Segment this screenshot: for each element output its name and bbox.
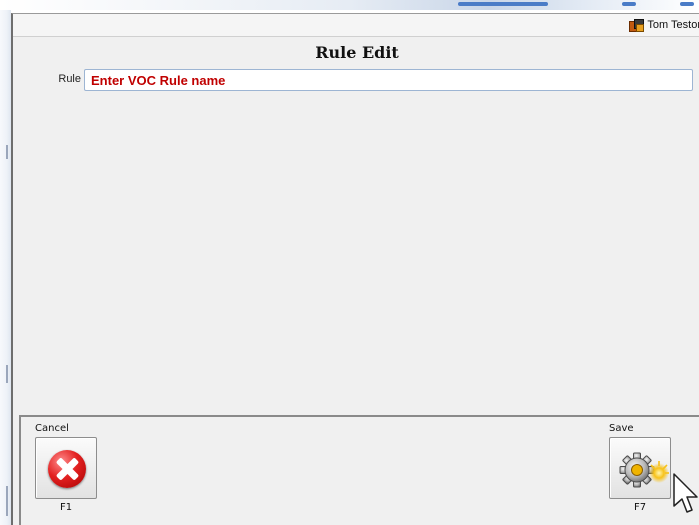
screen: Tom Testor Rule Edit Rule Cancel F1 Save — [0, 0, 699, 525]
cancel-button[interactable] — [35, 437, 97, 499]
desktop-edge — [0, 0, 11, 525]
page-title: Rule Edit — [315, 43, 399, 62]
cancel-x-icon — [48, 450, 86, 488]
rule-name-input[interactable] — [84, 69, 693, 91]
user-indicator[interactable]: Tom Testor — [629, 17, 699, 33]
save-button[interactable] — [609, 437, 671, 499]
rule-label: Rule — [58, 73, 81, 85]
action-toolbar: Cancel F1 Save F7 — [19, 415, 699, 525]
save-shortcut-key: F7 — [633, 502, 647, 513]
cancel-label: Cancel — [35, 423, 69, 434]
user-avatar-icon — [629, 19, 645, 32]
save-label: Save — [609, 423, 634, 434]
mouse-pointer-icon — [673, 473, 698, 513]
cancel-shortcut-key: F1 — [59, 502, 73, 513]
rule-edit-window: Tom Testor Rule Edit Rule Cancel F1 Save — [11, 13, 699, 525]
gear-save-icon — [619, 452, 669, 488]
user-name: Tom Testor — [647, 19, 699, 31]
window-titlebar: Tom Testor — [13, 14, 699, 37]
top-highlight-bar — [0, 0, 699, 10]
